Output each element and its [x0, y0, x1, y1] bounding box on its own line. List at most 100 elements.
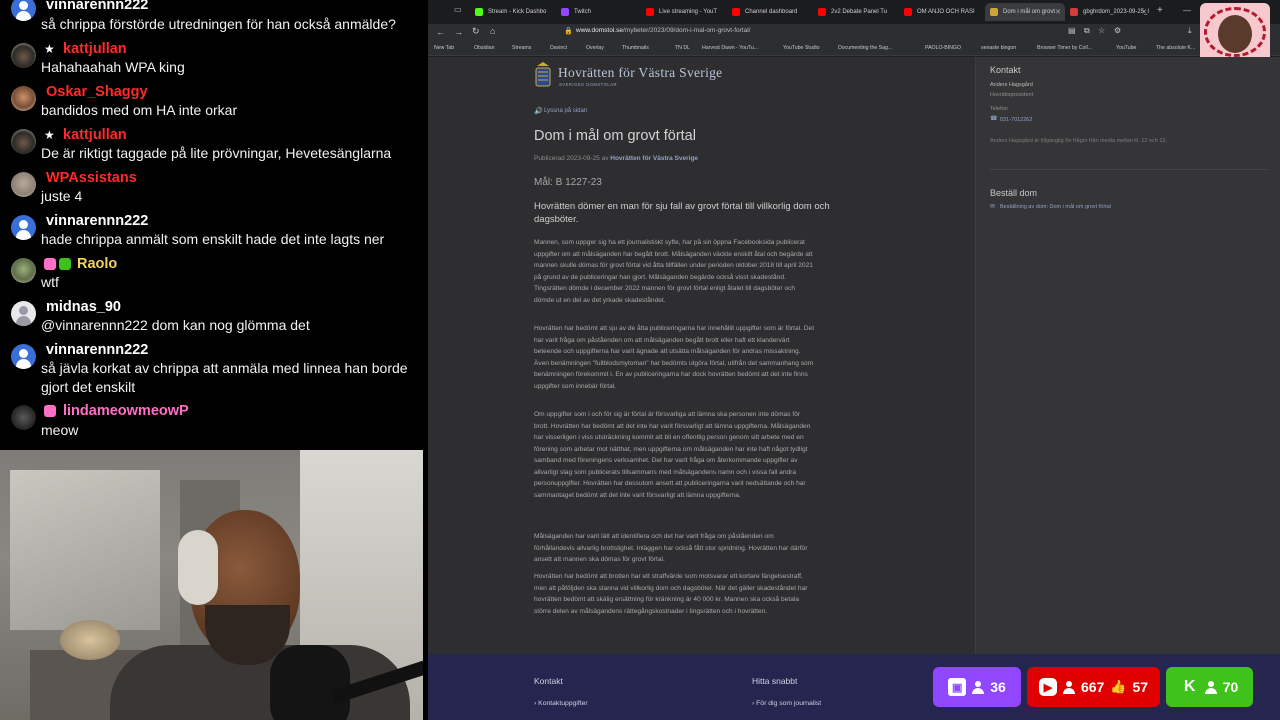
chat-text: @vinnarennn222 dom kan nog glömma det — [41, 317, 310, 333]
chat-username[interactable]: WPAssistans — [46, 170, 137, 186]
footer-link[interactable]: › För dig som journalist — [752, 700, 821, 707]
phone-link[interactable]: 031-7012262 — [1000, 117, 1032, 123]
order-link[interactable]: Beställning av dom: Dom i mål om grovt f… — [1000, 204, 1111, 210]
tab-label: 2v2 Debate Panel Tu — [831, 9, 888, 15]
footer-link-label: För dig som journalist — [756, 700, 822, 707]
browser-tab[interactable]: gbghrdom_2023-09-25_I ✕ — [1065, 3, 1151, 21]
reader-icon[interactable]: ▤ — [1068, 26, 1076, 35]
minimize-icon[interactable]: — — [1183, 6, 1191, 15]
contact-role: Hovrättspresident — [990, 92, 1034, 98]
web-page: Hovrätten för Västra Sverige SVERIGES DO… — [428, 57, 1280, 720]
tab-label: Live streaming - YouT — [659, 9, 718, 15]
chat-username[interactable]: kattjullan — [63, 41, 127, 57]
court-name[interactable]: Hovrätten för Västra Sverige — [558, 65, 722, 81]
chat-badges — [44, 258, 71, 270]
phone-icon: ☎ — [990, 116, 998, 122]
bookmark-item[interactable]: The absolute K... — [1156, 45, 1195, 51]
bookmark-star-icon[interactable]: ☆ — [1098, 26, 1105, 35]
bookmark-item[interactable]: Thumbnails — [622, 45, 649, 51]
browser-tab[interactable]: Live streaming - YouT — [641, 3, 727, 21]
youtube-favicon-icon — [646, 8, 654, 16]
bookmark-item[interactable]: Davinci — [550, 45, 567, 51]
bookmark-item[interactable]: TN DL — [675, 45, 690, 51]
install-icon[interactable]: ⧉ — [1084, 26, 1090, 36]
tab-label: gbghrdom_2023-09-25_I — [1083, 9, 1150, 15]
man-avatar-icon — [11, 86, 36, 111]
chat-username[interactable]: Raolo — [77, 256, 117, 272]
bookmark-item[interactable]: Obsidian — [474, 45, 494, 51]
twitch-viewer-count: 36 — [990, 679, 1006, 695]
browser-tab-active[interactable]: Dom i mål om grovt ✕ — [985, 3, 1065, 21]
close-tab-icon[interactable]: ✕ — [1055, 8, 1061, 16]
speaker-icon[interactable]: 🔊 — [534, 107, 543, 115]
download-icon[interactable]: ⤓ — [1188, 26, 1192, 36]
browser-tab[interactable]: Channel dashboard — [727, 3, 813, 21]
bookmark-item[interactable]: senaste bingon — [981, 45, 1016, 51]
tab-label: Twitch — [574, 9, 592, 15]
chat-username[interactable]: vinnarennn222 — [46, 342, 148, 358]
listen-link[interactable]: Lyssna på sidan — [544, 108, 587, 114]
footer-link-label: Kontaktuppgifter — [538, 700, 588, 707]
extensions-icon[interactable]: ⚙ — [1114, 26, 1121, 35]
youtube-like-count: 57 — [1132, 679, 1149, 695]
forward-icon[interactable]: → — [454, 27, 463, 37]
published-line: Publicerad 2023-09-25 av Hovrätten för V… — [534, 155, 698, 162]
chat-text: meow — [41, 422, 79, 438]
reload-icon[interactable]: ↻ — [472, 26, 480, 37]
bookmark-item[interactable]: Browser Timer by Coll... — [1037, 45, 1092, 51]
bookmark-item[interactable]: Overlay — [586, 45, 604, 51]
browser-tab[interactable]: OM ANJO OCH RASI — [899, 3, 985, 21]
chat-panel: vinnarennn222 så chrippa förstörde utred… — [0, 0, 428, 450]
chat-username[interactable]: Oskar_Shaggy — [46, 84, 148, 100]
footer-link[interactable]: › Kontaktuppgifter — [534, 700, 588, 707]
chat-text: wtf — [41, 274, 59, 290]
published-date: Publicerad 2023-09-25 av — [534, 155, 609, 162]
bookmark-item[interactable]: Harvest Dawn - YouTu... — [702, 45, 758, 51]
bookmarks-bar: New Tab Obsidian Streams Davinci Overlay… — [428, 42, 1280, 56]
youtube-viewer-count: 667 — [1080, 679, 1105, 695]
screen: vinnarennn222 så chrippa förstörde utred… — [0, 0, 1280, 720]
chat-text: juste 4 — [41, 188, 83, 204]
footer-heading: Kontakt — [534, 676, 563, 686]
chat-badges — [44, 405, 56, 417]
contact-note: Anders Hagsgård är tillgänglig för frågo… — [990, 138, 1168, 144]
youtube-logo-icon: ▶ — [1038, 678, 1057, 696]
kick-viewer-count: 70 — [1222, 679, 1239, 695]
contact-sidebar: Kontakt Anders Hagsgård Hovrättspresiden… — [975, 57, 1280, 654]
bookmark-item[interactable]: Streams — [512, 45, 531, 51]
divider — [990, 169, 1268, 170]
court-logo-icon — [535, 62, 551, 87]
chat-username[interactable]: vinnarennn222 — [46, 0, 148, 13]
chat-username[interactable]: midnas_90 — [46, 299, 121, 315]
body-paragraph: Hovrätten har bedömt att brotten har ett… — [534, 573, 808, 615]
back-icon[interactable]: ← — [436, 27, 445, 37]
phone-label: Telefon — [990, 106, 1008, 112]
tab-label: Dom i mål om grovt — [1003, 9, 1056, 15]
url-field[interactable]: www.domstol.se/mybeter/2023/09/dom-i-mal… — [576, 27, 750, 34]
tab-label: OM ANJO OCH RASI — [917, 9, 975, 15]
publisher-link[interactable]: Hovrätten för Västra Sverige — [610, 155, 698, 162]
dog-avatar-icon — [11, 43, 36, 68]
browser-tab[interactable]: Twitch — [556, 3, 641, 21]
youtube-viewer-counter: ▶ 667 👍 57 — [1027, 667, 1160, 707]
chat-username[interactable]: vinnarennn222 — [46, 213, 148, 229]
bookmark-item[interactable]: New Tab — [434, 45, 454, 51]
dark-avatar-icon — [11, 405, 36, 430]
bookmark-item[interactable]: PAOLO-BINGO — [925, 45, 961, 51]
url-path: /mybeter/2023/09/dom-i-mal-om-grovt-fort… — [622, 27, 751, 34]
chat-badges: ★ — [44, 42, 55, 56]
kick-logo-icon: K — [1180, 678, 1199, 696]
bookmark-item[interactable]: YouTube Studio — [783, 45, 820, 51]
chat-username[interactable]: lindameowmeowP — [63, 403, 189, 419]
address-bar: ← → ↻ ⌂ 🔒 www.domstol.se/mybeter/2023/09… — [428, 24, 1280, 42]
bookmark-item[interactable]: Documenting the Sag... — [838, 45, 892, 51]
chat-username[interactable]: kattjullan — [63, 127, 127, 143]
browser-tab[interactable]: Stream - Kick Dashbo — [470, 3, 556, 21]
page-title: Dom i mål om grovt förtal — [534, 128, 696, 144]
bookmark-item[interactable]: YouTube — [1116, 45, 1136, 51]
tab-group-icon[interactable]: ▭ — [454, 5, 462, 14]
close-tab-icon[interactable]: ✕ — [1141, 8, 1147, 16]
home-icon[interactable]: ⌂ — [490, 26, 495, 36]
new-tab-icon[interactable]: + — [1157, 5, 1163, 16]
browser-tab[interactable]: 2v2 Debate Panel Tu — [813, 3, 899, 21]
